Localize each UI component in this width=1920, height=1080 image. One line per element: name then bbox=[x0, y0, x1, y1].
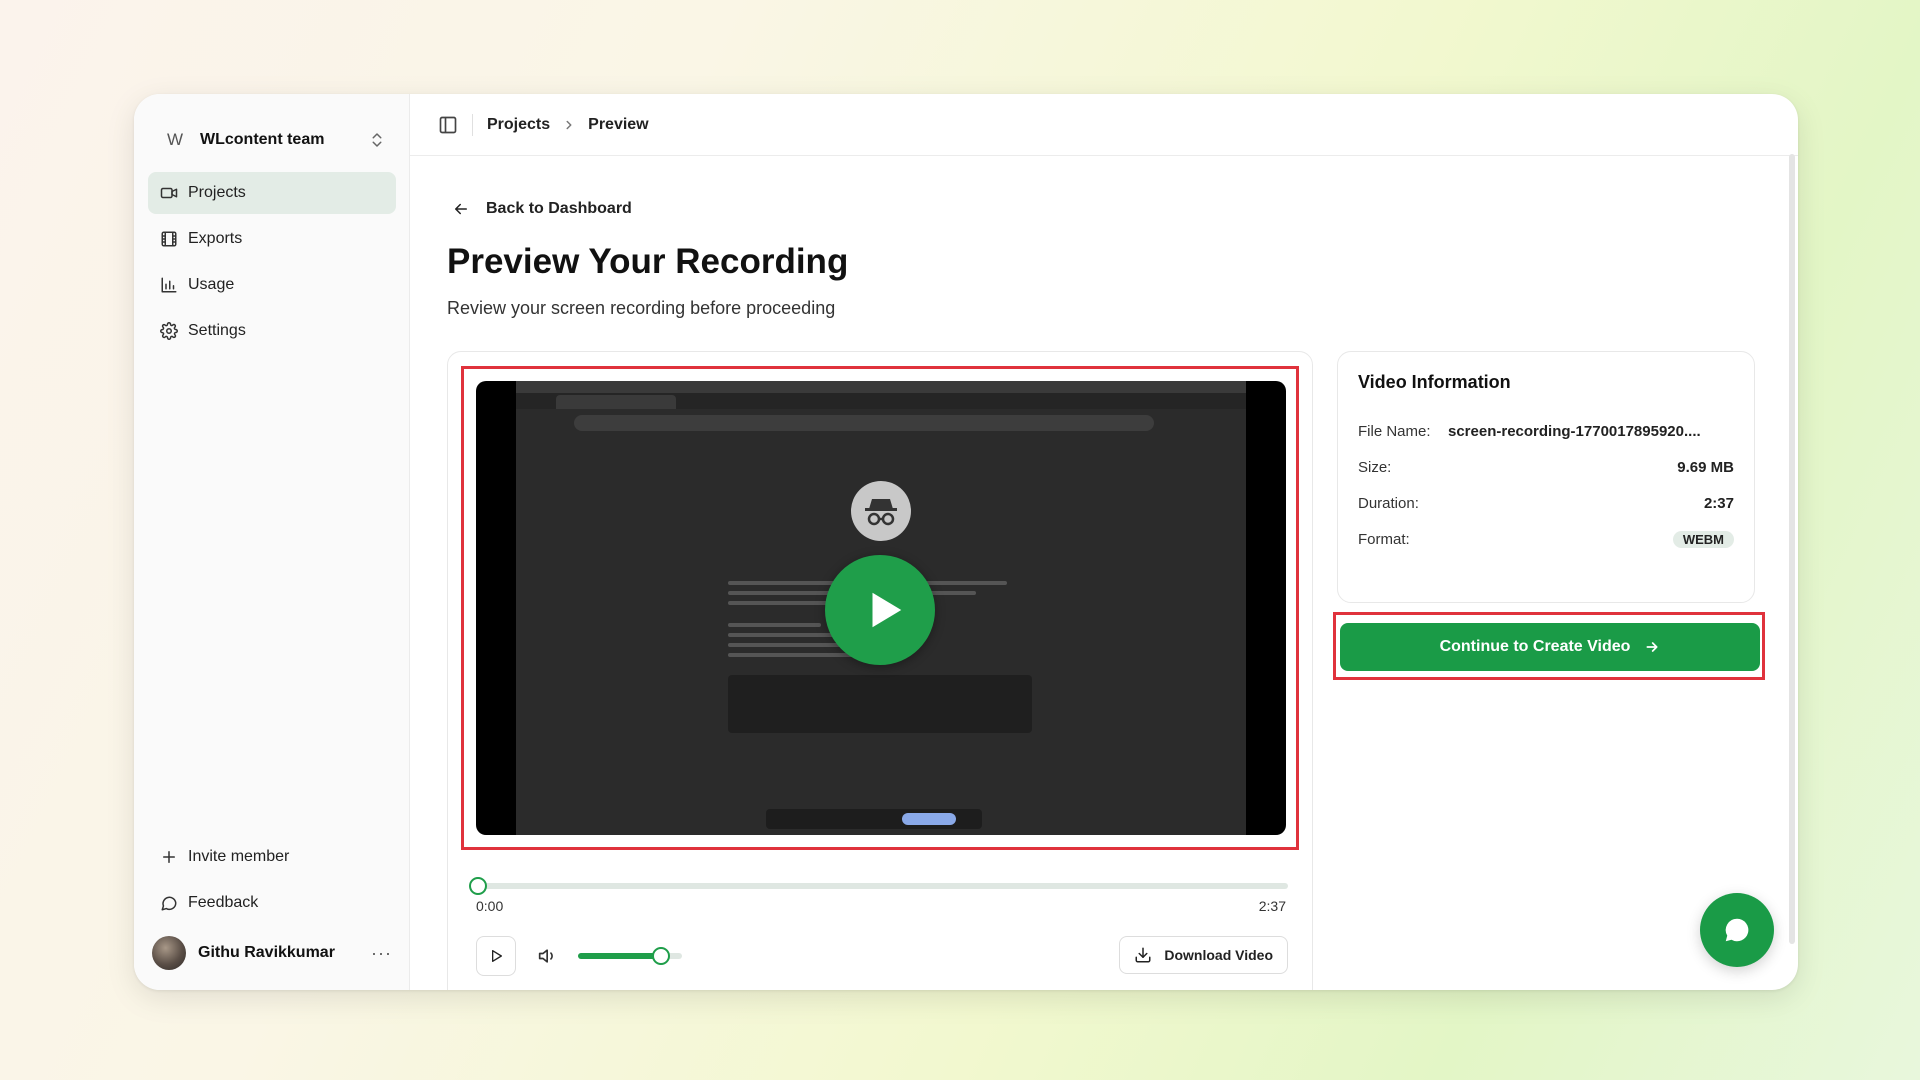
video-info-card: Video Information File Name: screen-reco… bbox=[1337, 351, 1755, 603]
size-value: 9.69 MB bbox=[1677, 459, 1734, 476]
duration-value: 2:37 bbox=[1703, 495, 1734, 512]
sidebar-toggle-icon[interactable] bbox=[438, 115, 458, 135]
progress-handle[interactable] bbox=[469, 877, 487, 895]
video-preview[interactable] bbox=[476, 381, 1286, 835]
continue-to-create-video-button[interactable]: Continue to Create Video bbox=[1340, 623, 1760, 671]
incognito-icon bbox=[851, 481, 911, 541]
back-label: Back to Dashboard bbox=[486, 200, 632, 217]
more-icon[interactable]: ··· bbox=[371, 943, 392, 964]
volume-slider[interactable] bbox=[578, 947, 682, 965]
chat-button[interactable] bbox=[1700, 893, 1774, 967]
format-badge: WEBM bbox=[1672, 531, 1734, 548]
info-row-file-name: File Name: screen-recording-177001789592… bbox=[1358, 421, 1734, 443]
team-avatar: W bbox=[166, 130, 184, 149]
file-name-label: File Name: bbox=[1358, 423, 1431, 440]
sidebar-nav: Projects Exports Usage Settings bbox=[148, 172, 396, 356]
incognito-glyph bbox=[865, 499, 897, 526]
chat-bubble-icon bbox=[1725, 918, 1749, 942]
download-video-button[interactable]: Download Video bbox=[1119, 936, 1288, 974]
video-frame-share-bar bbox=[766, 809, 982, 829]
avatar bbox=[152, 936, 186, 970]
format-label: Format: bbox=[1358, 531, 1410, 548]
play-icon bbox=[872, 592, 902, 628]
video-frame-cookie-box bbox=[728, 675, 1032, 733]
play-overlay-button[interactable] bbox=[825, 555, 935, 665]
duration-label: Duration: bbox=[1358, 495, 1419, 512]
sidebar-item-settings[interactable]: Settings bbox=[148, 310, 396, 352]
video-info-title: Video Information bbox=[1358, 372, 1511, 392]
volume-icon[interactable] bbox=[538, 946, 558, 966]
info-row-duration: Duration: 2:37 bbox=[1358, 493, 1734, 515]
film-icon bbox=[161, 231, 177, 247]
feedback-button[interactable]: Feedback bbox=[148, 882, 396, 924]
sidebar-item-label: Settings bbox=[188, 322, 246, 339]
chevron-up-down-icon bbox=[372, 133, 382, 147]
app-window: W WLcontent team Projects Exports Usage … bbox=[134, 94, 1798, 990]
breadcrumb-projects[interactable]: Projects bbox=[487, 116, 550, 134]
invite-member-label: Invite member bbox=[188, 848, 290, 865]
arrow-left-icon bbox=[455, 203, 467, 215]
feedback-label: Feedback bbox=[188, 894, 259, 911]
sidebar-item-label: Projects bbox=[188, 184, 246, 201]
sidebar-item-exports[interactable]: Exports bbox=[148, 218, 396, 260]
invite-member-button[interactable]: Invite member bbox=[148, 836, 396, 878]
video-icon bbox=[160, 187, 178, 199]
breadcrumb: Projects Preview bbox=[487, 116, 649, 134]
cta-label: Continue to Create Video bbox=[1439, 638, 1631, 655]
video-frame-tabs bbox=[516, 393, 1246, 409]
page-subtitle: Review your screen recording before proc… bbox=[447, 298, 836, 318]
video-highlight-box bbox=[461, 366, 1299, 850]
volume-handle[interactable] bbox=[652, 947, 671, 965]
arrow-right-icon bbox=[1646, 642, 1658, 652]
video-frame-share-pill bbox=[902, 813, 956, 825]
sidebar-bottom: Invite member Feedback bbox=[148, 836, 396, 928]
back-to-dashboard-link[interactable]: Back to Dashboard bbox=[452, 194, 632, 224]
topbar-divider bbox=[472, 113, 473, 136]
page-title: Preview Your Recording bbox=[447, 242, 849, 281]
main-content: Projects Preview Back to Dashboard Previ… bbox=[410, 94, 1798, 990]
video-frame-tab bbox=[556, 395, 676, 409]
sidebar-item-projects[interactable]: Projects bbox=[148, 172, 396, 214]
team-switcher[interactable]: W WLcontent team bbox=[154, 110, 394, 170]
sidebar: W WLcontent team Projects Exports Usage … bbox=[134, 94, 410, 990]
download-icon bbox=[1135, 947, 1151, 963]
plus-icon bbox=[163, 851, 175, 863]
progress-bar[interactable] bbox=[469, 877, 1288, 895]
sidebar-item-usage[interactable]: Usage bbox=[148, 264, 396, 306]
video-player-card: 0:00 2:37 Download Video bbox=[447, 351, 1313, 990]
sidebar-item-label: Usage bbox=[188, 276, 235, 293]
video-frame-menubar bbox=[516, 381, 1246, 393]
play-button[interactable] bbox=[476, 936, 516, 976]
size-label: Size: bbox=[1358, 459, 1392, 476]
play-icon bbox=[492, 950, 502, 962]
gear-icon bbox=[160, 322, 178, 340]
message-icon bbox=[161, 896, 177, 911]
current-time: 0:00 bbox=[476, 898, 504, 914]
bar-chart-icon bbox=[161, 277, 177, 293]
video-frame-urlbar bbox=[574, 415, 1154, 431]
total-time: 2:37 bbox=[1258, 898, 1286, 914]
download-label: Download Video bbox=[1164, 947, 1273, 963]
topbar: Projects Preview bbox=[410, 94, 1798, 156]
file-name-value: screen-recording-1770017895920.... bbox=[1448, 423, 1701, 440]
cta-highlight-box: Continue to Create Video bbox=[1333, 612, 1765, 680]
user-name: Githu Ravikkumar bbox=[198, 944, 335, 961]
sidebar-item-label: Exports bbox=[188, 230, 243, 247]
chevron-right-icon bbox=[566, 120, 572, 129]
team-name: WLcontent team bbox=[200, 131, 325, 148]
scrollbar[interactable] bbox=[1789, 154, 1795, 944]
info-row-size: Size: 9.69 MB bbox=[1358, 457, 1734, 479]
info-row-format: Format: WEBM bbox=[1358, 529, 1734, 551]
user-menu[interactable]: Githu Ravikkumar ··· bbox=[148, 930, 396, 976]
breadcrumb-preview: Preview bbox=[588, 115, 649, 133]
volume-fill bbox=[578, 953, 662, 959]
